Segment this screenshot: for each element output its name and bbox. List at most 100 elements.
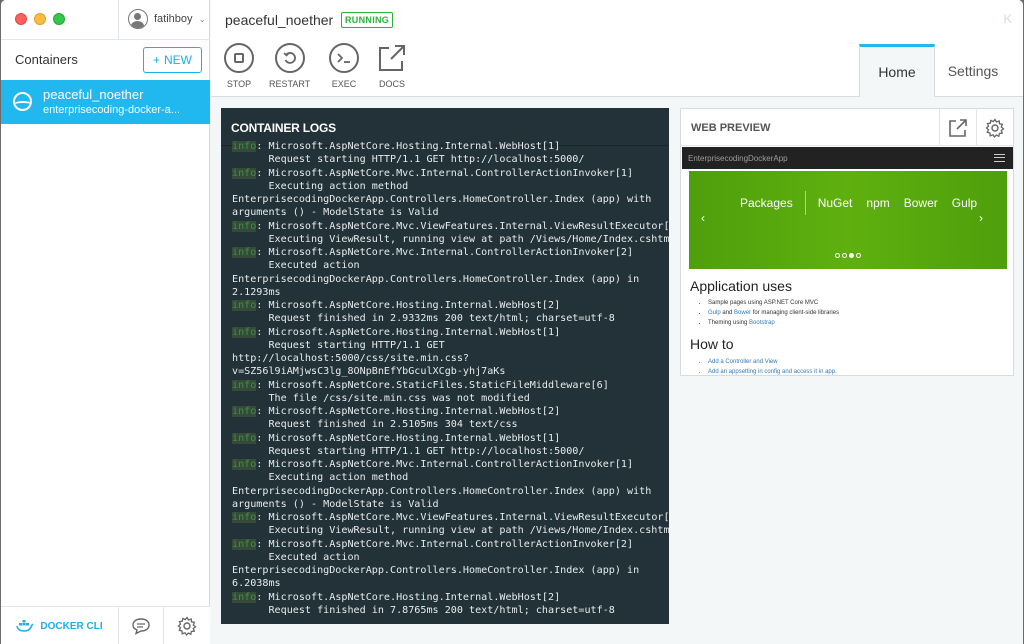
- open-external-button[interactable]: [939, 109, 976, 146]
- web-preview-frame[interactable]: EnterprisecodingDockerApp ‹ Packages NuG…: [682, 147, 1013, 375]
- carousel-item: Bower: [903, 196, 938, 210]
- log-level-badge: info: [232, 406, 257, 417]
- gear-icon: [985, 117, 1005, 138]
- stop-button[interactable]: STOP: [223, 42, 255, 89]
- carousel-prev-icon[interactable]: ‹: [701, 211, 705, 225]
- log-level-badge: info: [232, 300, 257, 311]
- tab-settings[interactable]: Settings: [935, 45, 1011, 97]
- chat-bubble-icon: [132, 618, 150, 635]
- docs-label: DOCS: [378, 79, 405, 89]
- log-line: info: Microsoft.AspNetCore.Hosting.Inter…: [232, 300, 561, 311]
- carousel-indicators: [835, 253, 861, 258]
- hamburger-menu-icon[interactable]: [994, 154, 1005, 162]
- log-level-badge: info: [232, 247, 257, 258]
- carousel-next-icon[interactable]: ›: [979, 211, 983, 225]
- log-line: info: Microsoft.AspNetCore.Mvc.ViewFeatu…: [232, 512, 669, 523]
- log-level-badge: info: [232, 379, 257, 391]
- log-level-badge: info: [232, 459, 257, 470]
- log-line: EnterprisecodingDockerApp.Controllers.Ho…: [232, 194, 652, 205]
- docker-whale-icon: [16, 620, 34, 632]
- list-item: Gulp and Bower for managing client-side …: [708, 308, 839, 318]
- minimize-window-button[interactable]: [34, 13, 46, 25]
- container-name: peaceful_noether: [43, 87, 144, 102]
- log-level-badge: info: [232, 538, 257, 550]
- container-image: enterprisecoding-docker-a...: [43, 104, 180, 116]
- site-navbar: EnterprisecodingDockerApp: [682, 147, 1013, 169]
- log-line: info: Microsoft.AspNetCore.Mvc.Internal.…: [232, 538, 634, 550]
- log-level-badge: info: [232, 220, 257, 232]
- docker-cli-label: DOCKER CLI: [40, 620, 103, 632]
- restart-button[interactable]: RESTART: [269, 42, 310, 89]
- log-level-badge: info: [232, 591, 257, 603]
- restart-icon: [274, 43, 305, 73]
- preview-settings-button[interactable]: [976, 109, 1013, 146]
- log-line: EnterprisecodingDockerApp.Controllers.Ho…: [232, 485, 652, 497]
- status-badge: RUNNING: [341, 12, 394, 28]
- log-line: info: Microsoft.AspNetCore.Hosting.Inter…: [232, 326, 561, 338]
- section-heading: Application uses: [690, 278, 792, 294]
- docs-button[interactable]: DOCS: [376, 42, 408, 89]
- log-line: info: Microsoft.AspNetCore.Hosting.Inter…: [232, 406, 561, 417]
- stop-icon: [224, 43, 254, 73]
- log-line: Executing action method: [232, 180, 409, 192]
- restart-label: RESTART: [269, 79, 311, 89]
- new-button-label: NEW: [164, 53, 192, 67]
- feedback-button[interactable]: [119, 607, 164, 644]
- carousel-dot[interactable]: [849, 253, 854, 258]
- carousel-dot[interactable]: [856, 253, 861, 258]
- gear-icon: [177, 616, 197, 636]
- link[interactable]: Add an appsetting in config and access i…: [708, 367, 837, 375]
- log-line: Request finished in 2.9332ms 200 text/ht…: [232, 313, 615, 325]
- divider: [118, 0, 119, 40]
- kitematic-window: fatihboy ⌄ Containers + NEW peaceful_noe…: [1, 0, 1023, 644]
- log-line: http://localhost:5000/css/site.min.css?: [232, 353, 470, 364]
- log-line: info: Microsoft.AspNetCore.Mvc.Internal.…: [232, 167, 634, 179]
- divider: [804, 191, 806, 215]
- exec-button[interactable]: EXEC: [328, 42, 360, 89]
- list-item: Theming using Bootstrap: [708, 318, 839, 328]
- web-preview-title: WEB PREVIEW: [691, 122, 771, 134]
- log-line: arguments () - ModelState is Valid: [232, 207, 439, 219]
- log-line: Executing action method: [232, 472, 409, 484]
- list-item: Sample pages using ASP.NET Core MVC: [708, 298, 839, 308]
- link[interactable]: Bower: [734, 310, 751, 316]
- log-line: info: Microsoft.AspNetCore.Hosting.Inter…: [232, 141, 561, 152]
- carousel-dot[interactable]: [835, 253, 840, 258]
- log-output[interactable]: info: Microsoft.AspNetCore.Hosting.Inter…: [221, 140, 669, 617]
- container-logs-panel[interactable]: CONTAINER LOGS info: Microsoft.AspNetCor…: [221, 108, 669, 624]
- sidebar-footer: DOCKER CLI: [1, 606, 210, 644]
- log-line: Request starting HTTP/1.1 GET: [232, 339, 445, 351]
- section-heading: How to: [690, 336, 734, 352]
- new-container-button[interactable]: + NEW: [143, 47, 202, 73]
- log-level-badge: info: [232, 432, 257, 444]
- containers-title: Containers: [15, 52, 78, 67]
- link[interactable]: Bootstrap: [749, 320, 775, 326]
- site-brand[interactable]: EnterprisecodingDockerApp: [688, 154, 788, 163]
- tab-home[interactable]: Home: [859, 44, 935, 97]
- zoom-window-button[interactable]: [53, 13, 65, 25]
- close-window-button[interactable]: [15, 13, 27, 25]
- avatar-icon: [128, 9, 148, 29]
- container-title: peaceful_noether: [225, 12, 334, 28]
- container-list-item[interactable]: peaceful_noether enterprisecoding-docker…: [1, 80, 210, 124]
- carousel-item: Packages: [740, 196, 793, 210]
- log-line: info: Microsoft.AspNetCore.Hosting.Inter…: [232, 591, 561, 603]
- docker-cli-button[interactable]: DOCKER CLI: [1, 607, 119, 644]
- containers-header: Containers + NEW: [1, 40, 210, 80]
- log-line: The file /css/site.min.css was not modif…: [232, 392, 530, 404]
- carousel-dot[interactable]: [842, 253, 847, 258]
- link[interactable]: Gulp: [708, 310, 721, 316]
- log-line: info: Microsoft.AspNetCore.Mvc.ViewFeatu…: [232, 220, 669, 232]
- log-line: 6.2038ms: [232, 578, 281, 590]
- exec-label: EXEC: [331, 79, 357, 89]
- plus-icon: +: [152, 53, 160, 67]
- log-line: Request finished in 2.5105ms 304 text/cs…: [232, 419, 518, 431]
- log-line: Request starting HTTP/1.1 GET http://loc…: [232, 445, 585, 457]
- link[interactable]: Add a Controller and View: [708, 357, 837, 367]
- section-list: Add a Controller and View Add an appsett…: [708, 357, 837, 375]
- preferences-button[interactable]: [164, 607, 210, 644]
- carousel-item: Gulp: [951, 196, 978, 210]
- log-level-badge: info: [232, 167, 257, 179]
- carousel-item: NuGet: [817, 196, 853, 210]
- user-menu[interactable]: fatihboy ⌄: [128, 9, 206, 29]
